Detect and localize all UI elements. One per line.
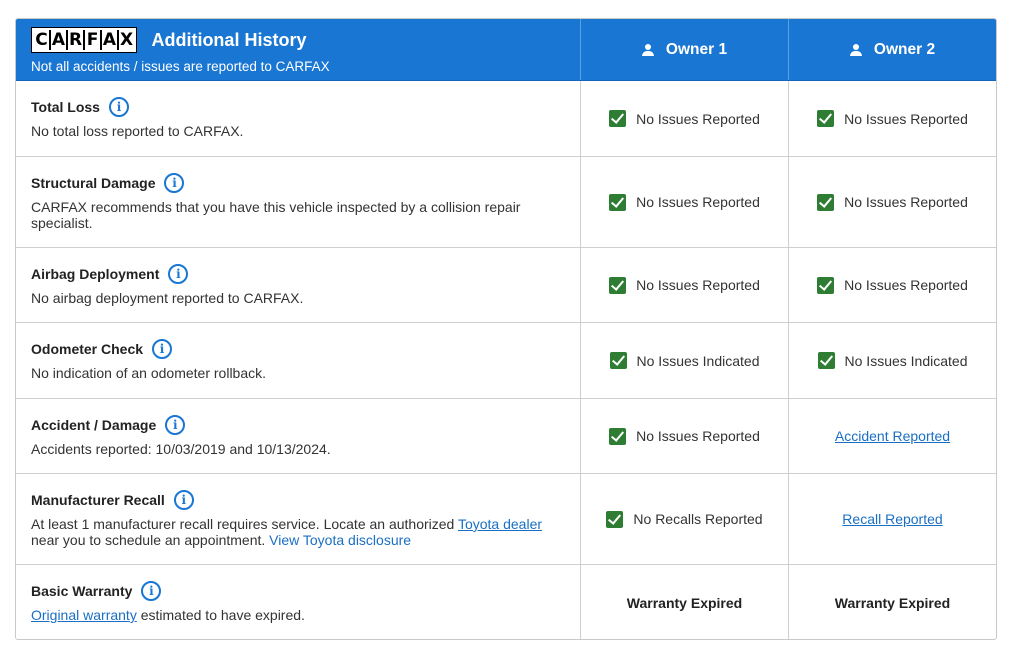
row-title: Structural Damage [31, 175, 156, 191]
row-title: Total Loss [31, 99, 100, 115]
row-label: Basic Warranty i Original warranty estima… [16, 565, 581, 639]
row-label: Airbag Deployment i No airbag deployment … [16, 248, 581, 322]
checkbox-checked-icon [609, 427, 627, 445]
logo-letter: F [85, 30, 100, 50]
owner-1-status: No Recalls Reported [581, 474, 789, 564]
header-brand: CARFAX Additional History Not all accide… [16, 19, 581, 80]
logo-letter: C [34, 30, 49, 50]
table-row-odometer-check: Odometer Check i No indication of an odom… [16, 323, 996, 399]
owner-2-status: No Issues Reported [789, 157, 996, 247]
row-title: Odometer Check [31, 341, 144, 357]
owner-1-status: No Issues Reported [581, 399, 789, 473]
checkbox-checked-icon [817, 193, 835, 211]
owner-1-status: No Issues Indicated [581, 323, 789, 398]
row-description: At least 1 manufacturer recall requires … [31, 516, 565, 548]
status-text: Warranty Expired [626, 594, 743, 611]
status-text: No Issues Reported [636, 194, 760, 210]
status-text: Warranty Expired [834, 594, 951, 611]
owner-2-label: Owner 2 [873, 40, 936, 58]
owner-2-status: No Issues Reported [789, 81, 996, 156]
carfax-logo: CARFAX [31, 27, 137, 53]
status-text: No Issues Reported [844, 110, 968, 127]
row-description: No airbag deployment reported to CARFAX. [31, 290, 304, 306]
logo-letter: A [102, 30, 117, 50]
person-icon [849, 43, 862, 56]
logo-letter: A [51, 30, 66, 50]
status-text: No Issues Reported [636, 428, 760, 444]
description-text: estimated to have expired. [136, 607, 305, 623]
info-icon[interactable]: i [164, 173, 185, 193]
owner-1-header: Owner 1 [581, 19, 789, 80]
toyota-dealer-link[interactable]: Toyota dealer [458, 516, 542, 532]
row-description: No total loss reported to CARFAX. [31, 123, 244, 139]
row-label: Structural Damage i CARFAX recommends tha… [16, 157, 581, 247]
info-icon[interactable]: i [168, 264, 189, 284]
additional-history-table: CARFAX Additional History Not all accide… [15, 18, 997, 640]
owner-1-status: No Issues Reported [581, 248, 789, 322]
owner-1-status: Warranty Expired [581, 565, 789, 639]
row-title: Accident / Damage [31, 417, 157, 433]
checkbox-checked-icon [609, 276, 627, 294]
info-icon[interactable]: i [173, 490, 194, 510]
owner-2-status: No Issues Indicated [789, 323, 996, 398]
checkbox-checked-icon [817, 276, 835, 294]
recall-reported-link[interactable]: Recall Reported [842, 511, 942, 527]
toyota-disclosure-link[interactable]: View Toyota disclosure [269, 532, 411, 548]
checkbox-checked-icon [609, 193, 627, 211]
row-description: Accidents reported: 10/03/2019 and 10/13… [31, 441, 331, 457]
row-description: No indication of an odometer rollback. [31, 365, 267, 381]
row-label: Accident / Damage i Accidents reported: 1… [16, 399, 581, 473]
checkbox-checked-icon [817, 110, 835, 127]
checkbox-checked-icon [606, 510, 624, 528]
section-title: Additional History [151, 29, 307, 50]
person-icon [641, 43, 654, 56]
original-warranty-link[interactable]: Original warranty [31, 607, 137, 623]
table-row-total-loss: Total Loss i No total loss reported to CA… [16, 81, 996, 157]
table-row-basic-warranty: Basic Warranty i Original warranty estima… [16, 565, 996, 639]
checkbox-checked-icon [609, 110, 627, 127]
owner-1-status: No Issues Reported [581, 81, 789, 156]
owner-2-status: Accident Reported [789, 399, 996, 473]
owner-2-header: Owner 2 [789, 19, 996, 80]
table-row-accident-damage: Accident / Damage i Accidents reported: 1… [16, 399, 996, 474]
status-text: No Issues Reported [844, 277, 968, 293]
accident-reported-link[interactable]: Accident Reported [835, 428, 950, 444]
row-label: Manufacturer Recall i At least 1 manufact… [16, 474, 581, 564]
row-description: Original warranty estimated to have expi… [31, 607, 565, 623]
logo-letter: R [68, 30, 83, 50]
status-text: No Recalls Reported [633, 511, 763, 527]
info-icon[interactable]: i [152, 339, 173, 359]
owner-2-status: Recall Reported [789, 474, 996, 564]
table-row-manufacturer-recall: Manufacturer Recall i At least 1 manufact… [16, 474, 996, 565]
table-row-structural-damage: Structural Damage i CARFAX recommends tha… [16, 157, 996, 248]
row-title: Airbag Deployment [31, 266, 160, 282]
owner-1-label: Owner 1 [665, 40, 728, 58]
row-title: Manufacturer Recall [31, 492, 165, 508]
status-text: No Issues Reported [844, 194, 968, 210]
logo-letter: X [119, 30, 134, 50]
info-icon[interactable]: i [165, 415, 186, 435]
owner-2-status: Warranty Expired [789, 565, 996, 639]
status-text: No Issues Indicated [844, 352, 968, 369]
description-text: At least 1 manufacturer recall requires … [31, 516, 458, 532]
row-label: Total Loss i No total loss reported to CA… [16, 81, 581, 156]
checkbox-checked-icon [817, 352, 835, 369]
row-title: Basic Warranty [31, 583, 133, 599]
owner-1-status: No Issues Reported [581, 157, 789, 247]
info-icon[interactable]: i [108, 97, 129, 117]
table-header: CARFAX Additional History Not all accide… [16, 19, 996, 81]
status-text: No Issues Reported [636, 110, 760, 127]
owner-2-status: No Issues Reported [789, 248, 996, 322]
section-subtitle: Not all accidents / issues are reported … [31, 59, 330, 74]
table-row-airbag-deployment: Airbag Deployment i No airbag deployment … [16, 248, 996, 323]
status-text: No Issues Indicated [636, 352, 760, 369]
description-text: near you to schedule an appointment. [31, 532, 270, 548]
row-description: CARFAX recommends that you have this veh… [31, 199, 521, 231]
info-icon[interactable]: i [141, 581, 162, 601]
row-label: Odometer Check i No indication of an odom… [16, 323, 581, 398]
status-text: No Issues Reported [636, 277, 760, 293]
checkbox-checked-icon [609, 352, 627, 369]
